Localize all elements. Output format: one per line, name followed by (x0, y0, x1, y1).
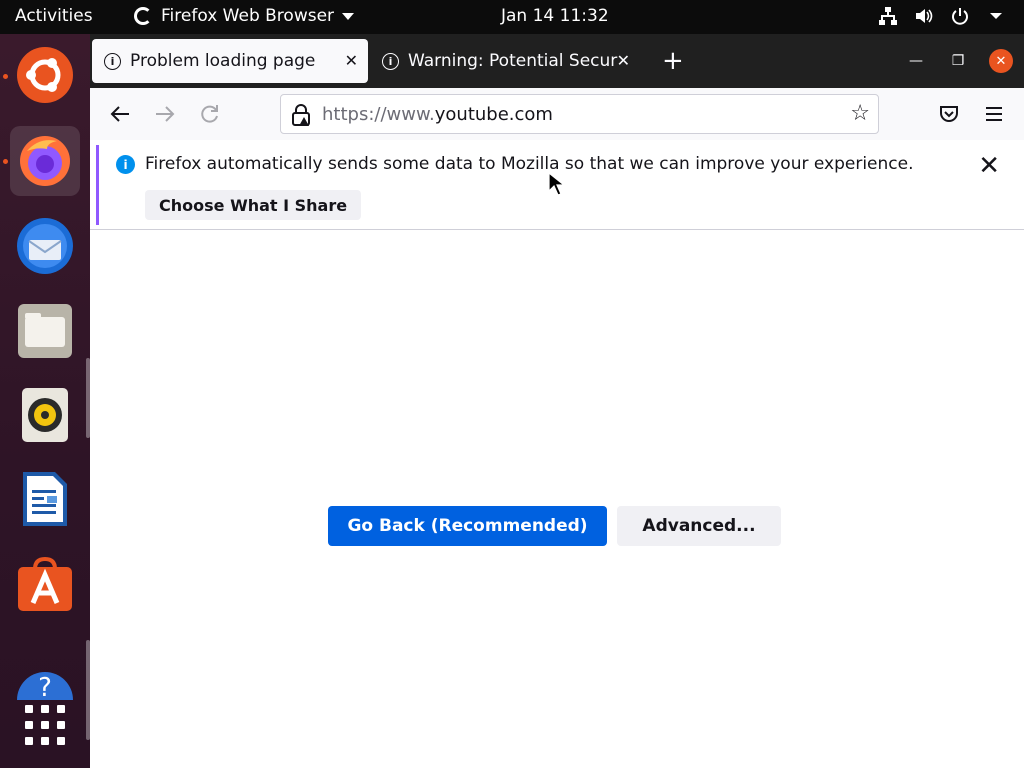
tab-title: Warning: Potential Security Risk Ahead (408, 51, 618, 71)
chevron-down-icon[interactable] (986, 6, 1006, 26)
arrow-right-icon (156, 106, 175, 122)
advanced-button[interactable]: Advanced... (617, 506, 781, 546)
close-icon[interactable]: ✕ (978, 151, 1000, 181)
power-icon[interactable] (950, 6, 970, 26)
forward-button[interactable] (150, 100, 180, 128)
url-bar[interactable]: https://www.youtube.com ☆ (280, 94, 879, 134)
activities-button[interactable]: Activities (15, 6, 93, 26)
close-icon[interactable]: ✕ (345, 51, 358, 70)
running-indicator (3, 74, 8, 79)
system-top-bar: Activities Firefox Web Browser Jan 14 11… (0, 0, 1024, 34)
info-icon: i (104, 52, 121, 70)
url-prefix: https://www. (322, 104, 435, 125)
chevron-down-icon (342, 12, 355, 20)
url-domain: youtube.com (434, 104, 553, 125)
bookmark-star-icon[interactable]: ☆ (850, 101, 870, 126)
info-icon: i (116, 155, 135, 174)
software-center-icon (18, 557, 72, 611)
dock-item-thunderbird[interactable] (10, 211, 80, 281)
ubuntu-logo-icon (17, 47, 73, 103)
app-menu[interactable]: Firefox Web Browser (134, 6, 355, 26)
url-text[interactable]: https://www.youtube.com (322, 104, 553, 125)
restore-button[interactable]: ❐ (946, 49, 970, 73)
app-grid-icon (25, 705, 65, 745)
dock-item-libreoffice-writer[interactable] (10, 464, 80, 534)
close-icon[interactable]: ✕ (617, 51, 630, 70)
arrow-left-icon (110, 106, 129, 122)
show-applications-button[interactable] (10, 690, 80, 760)
notification-message: Firefox automatically sends some data to… (145, 154, 914, 174)
pocket-icon (940, 106, 958, 122)
thunderbird-icon (17, 218, 73, 274)
back-button[interactable] (105, 100, 135, 128)
files-icon (18, 304, 72, 358)
dock: ? (0, 34, 90, 768)
tab-problem-loading[interactable]: i Problem loading page ✕ (92, 39, 368, 83)
tab-strip: i Problem loading page ✕ i Warning: Pote… (90, 34, 1024, 88)
go-back-button[interactable]: Go Back (Recommended) (328, 506, 607, 546)
app-menu-label: Firefox Web Browser (161, 6, 335, 26)
running-indicator (3, 159, 8, 164)
writer-icon (23, 472, 67, 526)
rhythmbox-icon (22, 388, 68, 442)
tab-title: Problem loading page (130, 51, 316, 71)
pocket-button[interactable] (934, 100, 964, 128)
tab-security-warning[interactable]: i Warning: Potential Security Risk Ahead… (370, 39, 640, 83)
volume-icon[interactable] (914, 6, 934, 26)
insecure-lock-icon[interactable] (291, 103, 311, 127)
system-tray[interactable] (878, 6, 1006, 26)
dock-item-firefox[interactable] (10, 126, 80, 196)
minimize-button[interactable]: — (904, 49, 928, 73)
network-icon[interactable] (878, 6, 898, 26)
dock-item-software[interactable] (10, 550, 80, 620)
dock-item-ubuntu[interactable] (10, 40, 80, 110)
firefox-mini-icon (134, 7, 152, 25)
firefox-window: i Problem loading page ✕ i Warning: Pote… (90, 34, 1024, 768)
window-close-button[interactable]: ✕ (989, 49, 1013, 73)
error-page-content: Go Back (Recommended) Advanced... (90, 230, 1024, 768)
reload-button[interactable] (195, 100, 225, 128)
info-icon: i (382, 52, 399, 70)
dock-item-files[interactable] (10, 296, 80, 366)
new-tab-button[interactable]: + (662, 48, 684, 74)
navigation-toolbar: https://www.youtube.com ☆ (90, 88, 1024, 140)
dock-item-rhythmbox[interactable] (10, 380, 80, 450)
hamburger-icon (986, 107, 1002, 121)
clock[interactable]: Jan 14 11:32 (501, 6, 609, 26)
firefox-icon (20, 136, 70, 186)
mouse-cursor-icon (548, 172, 564, 196)
choose-what-i-share-button[interactable]: Choose What I Share (145, 190, 362, 220)
reload-icon (201, 105, 218, 123)
app-menu-button[interactable] (979, 100, 1009, 128)
